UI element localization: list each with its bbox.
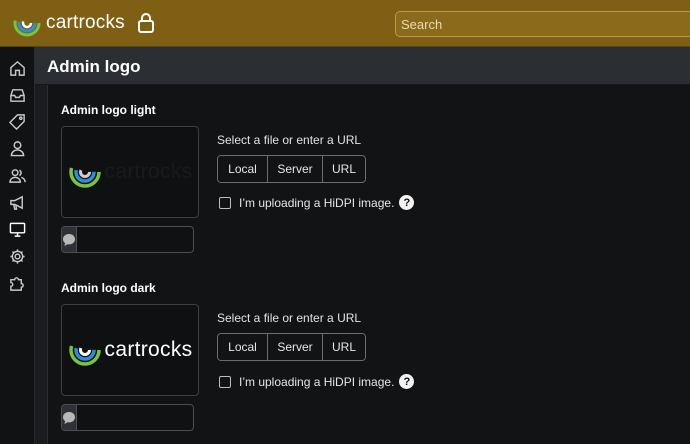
search-box[interactable]: [395, 11, 690, 37]
logo-preview-light[interactable]: cartrocks: [61, 126, 199, 218]
tag-icon[interactable]: [8, 112, 26, 130]
source-button-group: Local Server URL: [217, 155, 366, 183]
page-header: Admin logo: [35, 47, 690, 85]
speech-bubble-icon: [62, 227, 77, 252]
top-bar: cartrocks: [0, 0, 690, 47]
megaphone-icon[interactable]: [8, 193, 26, 211]
swirl-logo-icon: [13, 9, 41, 37]
hidpi-label: I’m uploading a HiDPI image.: [239, 195, 395, 210]
lock-icon[interactable]: [136, 12, 156, 34]
caption-field[interactable]: [61, 226, 254, 253]
local-button[interactable]: Local: [218, 156, 268, 182]
caption-input[interactable]: [77, 227, 254, 252]
select-file-label: Select a file or enter a URL: [217, 133, 362, 147]
speech-bubble-icon: [62, 405, 77, 430]
help-icon[interactable]: ?: [399, 195, 415, 210]
server-button[interactable]: Server: [268, 156, 323, 182]
brand-name: cartrocks: [46, 12, 125, 33]
section-title-light: Admin logo light: [61, 103, 156, 117]
puzzle-icon[interactable]: [8, 274, 26, 292]
help-icon[interactable]: ?: [399, 374, 415, 389]
caption-input[interactable]: [77, 405, 254, 430]
hidpi-label: I’m uploading a HiDPI image.: [239, 374, 395, 389]
sidebar: [0, 47, 35, 444]
swirl-logo-icon: [68, 334, 101, 366]
logo-text: cartrocks: [104, 160, 193, 183]
hidpi-checkbox[interactable]: [219, 375, 231, 388]
hidpi-option: I’m uploading a HiDPI image. ?: [219, 374, 415, 389]
section-title-dark: Admin logo dark: [61, 281, 156, 295]
gear-icon[interactable]: [8, 247, 26, 265]
hidpi-checkbox[interactable]: [219, 196, 231, 209]
local-button[interactable]: Local: [218, 334, 268, 360]
users-icon[interactable]: [8, 166, 26, 184]
select-file-label: Select a file or enter a URL: [217, 311, 362, 325]
home-icon[interactable]: [8, 59, 26, 77]
caption-field[interactable]: [61, 404, 254, 431]
page-title: Admin logo: [47, 57, 141, 76]
url-button[interactable]: URL: [323, 334, 365, 360]
monitor-icon[interactable]: [8, 220, 26, 238]
logo-text: cartrocks: [104, 338, 193, 361]
server-button[interactable]: Server: [268, 334, 323, 360]
swirl-logo-icon: [68, 156, 101, 188]
logo-image: cartrocks: [68, 333, 193, 367]
logo-image: cartrocks: [68, 155, 193, 189]
url-button[interactable]: URL: [323, 156, 365, 182]
hidpi-option: I’m uploading a HiDPI image. ?: [219, 195, 415, 210]
search-input[interactable]: [396, 12, 690, 36]
user-icon[interactable]: [8, 139, 26, 157]
source-button-group: Local Server URL: [217, 333, 366, 361]
content-panel: Admin logo light cartrocks Select a file…: [47, 85, 690, 444]
inbox-icon[interactable]: [8, 86, 26, 104]
logo-preview-dark[interactable]: cartrocks: [61, 304, 199, 396]
brand-logo[interactable]: cartrocks: [13, 8, 125, 38]
